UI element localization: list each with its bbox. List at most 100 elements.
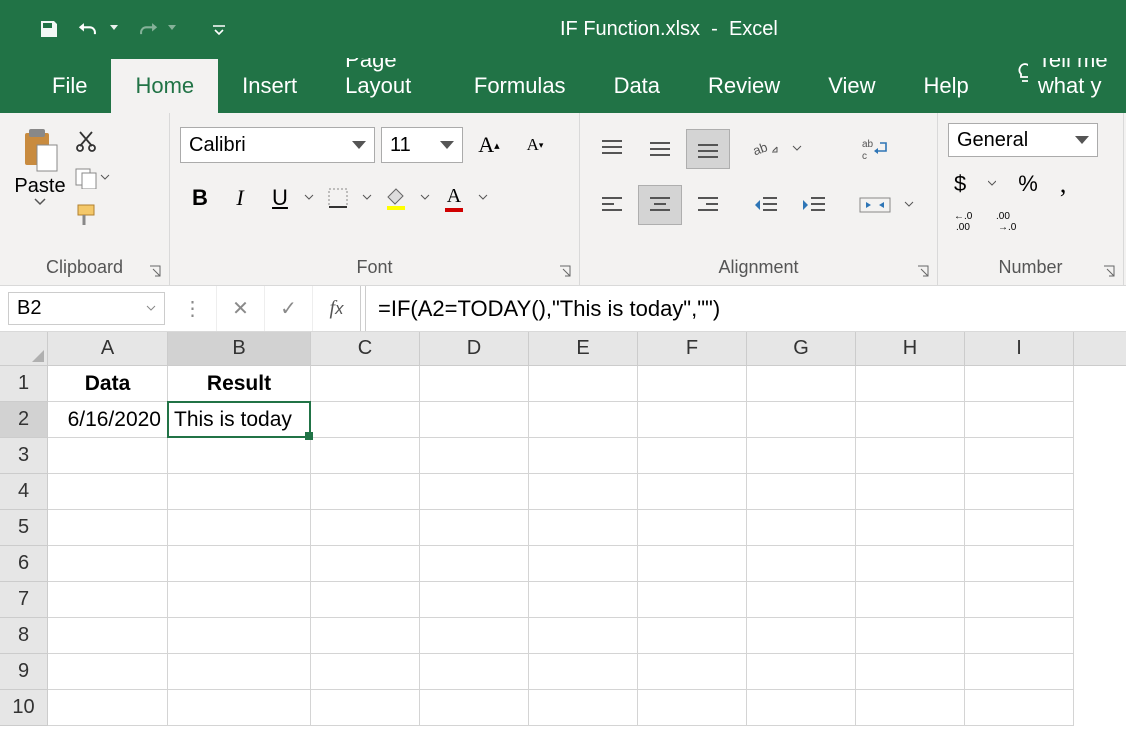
merge-center-button[interactable]: [850, 185, 900, 225]
cell-G1[interactable]: [747, 366, 856, 402]
underline-dropdown[interactable]: [300, 181, 318, 215]
cell-F3[interactable]: [638, 438, 747, 474]
cell-I8[interactable]: [965, 618, 1074, 654]
name-box[interactable]: B2: [8, 292, 165, 325]
borders-dropdown[interactable]: [358, 181, 376, 215]
font-size-combo[interactable]: 11: [381, 127, 463, 163]
tab-review[interactable]: Review: [684, 59, 804, 113]
row-header[interactable]: 8: [0, 618, 48, 654]
cell-F6[interactable]: [638, 546, 747, 582]
percent-button[interactable]: %: [1018, 171, 1038, 197]
fill-color-button[interactable]: [376, 181, 416, 215]
cell-I7[interactable]: [965, 582, 1074, 618]
cell-B9[interactable]: [168, 654, 311, 690]
cell-C7[interactable]: [311, 582, 420, 618]
cell-A4[interactable]: [48, 474, 168, 510]
align-top-button[interactable]: [590, 129, 634, 169]
column-header[interactable]: H: [856, 332, 965, 365]
row-header[interactable]: 10: [0, 690, 48, 726]
cell-E2[interactable]: [529, 402, 638, 438]
tab-data[interactable]: Data: [590, 59, 684, 113]
copy-icon[interactable]: [74, 167, 98, 189]
row-header[interactable]: 5: [0, 510, 48, 546]
cell-D10[interactable]: [420, 690, 529, 726]
cell-D4[interactable]: [420, 474, 529, 510]
column-header[interactable]: B: [168, 332, 311, 365]
cell-H10[interactable]: [856, 690, 965, 726]
cell-F2[interactable]: [638, 402, 747, 438]
cell-A3[interactable]: [48, 438, 168, 474]
cell-I9[interactable]: [965, 654, 1074, 690]
cell-E6[interactable]: [529, 546, 638, 582]
cell-F4[interactable]: [638, 474, 747, 510]
cell-F9[interactable]: [638, 654, 747, 690]
cell-D1[interactable]: [420, 366, 529, 402]
cell-C10[interactable]: [311, 690, 420, 726]
cell-C4[interactable]: [311, 474, 420, 510]
cell-H2[interactable]: [856, 402, 965, 438]
cell-E5[interactable]: [529, 510, 638, 546]
align-center-button[interactable]: [638, 185, 682, 225]
cell-H3[interactable]: [856, 438, 965, 474]
cell-E9[interactable]: [529, 654, 638, 690]
tab-home[interactable]: Home: [111, 59, 218, 113]
accounting-format-button[interactable]: $: [954, 171, 966, 197]
cell-E1[interactable]: [529, 366, 638, 402]
tab-formulas[interactable]: Formulas: [450, 59, 590, 113]
increase-font-icon[interactable]: A▴: [469, 128, 509, 162]
cell-G9[interactable]: [747, 654, 856, 690]
cell-B4[interactable]: [168, 474, 311, 510]
chevron-down-icon[interactable]: [792, 145, 802, 153]
cell-A9[interactable]: [48, 654, 168, 690]
italic-button[interactable]: I: [220, 181, 260, 215]
select-all-corner[interactable]: [0, 332, 48, 365]
cell-C3[interactable]: [311, 438, 420, 474]
cell-I2[interactable]: [965, 402, 1074, 438]
cell-C2[interactable]: [311, 402, 420, 438]
fill-color-dropdown[interactable]: [416, 181, 434, 215]
cell-F5[interactable]: [638, 510, 747, 546]
insert-function-button[interactable]: fx: [313, 286, 361, 331]
increase-indent-button[interactable]: [792, 185, 836, 225]
row-header[interactable]: 2: [0, 402, 48, 438]
enter-formula-button[interactable]: ✓: [265, 286, 313, 331]
formula-input[interactable]: [365, 286, 1126, 331]
cell-E10[interactable]: [529, 690, 638, 726]
cell-B2[interactable]: This is today: [168, 402, 311, 438]
tab-insert[interactable]: Insert: [218, 59, 321, 113]
cell-G4[interactable]: [747, 474, 856, 510]
cell-E4[interactable]: [529, 474, 638, 510]
cell-C5[interactable]: [311, 510, 420, 546]
cell-H4[interactable]: [856, 474, 965, 510]
dialog-launcher-icon[interactable]: [917, 265, 931, 279]
cell-A2[interactable]: 6/16/2020: [48, 402, 168, 438]
format-painter-icon[interactable]: [74, 203, 100, 227]
cell-A10[interactable]: [48, 690, 168, 726]
font-name-combo[interactable]: Calibri: [180, 127, 375, 163]
cell-B7[interactable]: [168, 582, 311, 618]
row-header[interactable]: 1: [0, 366, 48, 402]
comma-style-button[interactable]: ,: [1060, 169, 1067, 199]
qat-customize-icon[interactable]: [208, 18, 230, 40]
cell-H6[interactable]: [856, 546, 965, 582]
align-left-button[interactable]: [590, 185, 634, 225]
redo-dropdown-icon[interactable]: [168, 25, 176, 33]
cell-C6[interactable]: [311, 546, 420, 582]
cell-A8[interactable]: [48, 618, 168, 654]
font-color-dropdown[interactable]: [474, 181, 492, 215]
cell-G10[interactable]: [747, 690, 856, 726]
cell-B1[interactable]: Result: [168, 366, 311, 402]
cell-A5[interactable]: [48, 510, 168, 546]
chevron-down-icon[interactable]: [100, 174, 110, 182]
undo-button[interactable]: [78, 18, 100, 40]
cell-D6[interactable]: [420, 546, 529, 582]
cell-H7[interactable]: [856, 582, 965, 618]
paste-button[interactable]: Paste: [10, 121, 70, 206]
cell-A6[interactable]: [48, 546, 168, 582]
decrease-indent-button[interactable]: [744, 185, 788, 225]
undo-dropdown-icon[interactable]: [110, 25, 118, 33]
decrease-font-icon[interactable]: A▾: [515, 128, 555, 162]
row-header[interactable]: 3: [0, 438, 48, 474]
cell-G7[interactable]: [747, 582, 856, 618]
column-header[interactable]: I: [965, 332, 1074, 365]
